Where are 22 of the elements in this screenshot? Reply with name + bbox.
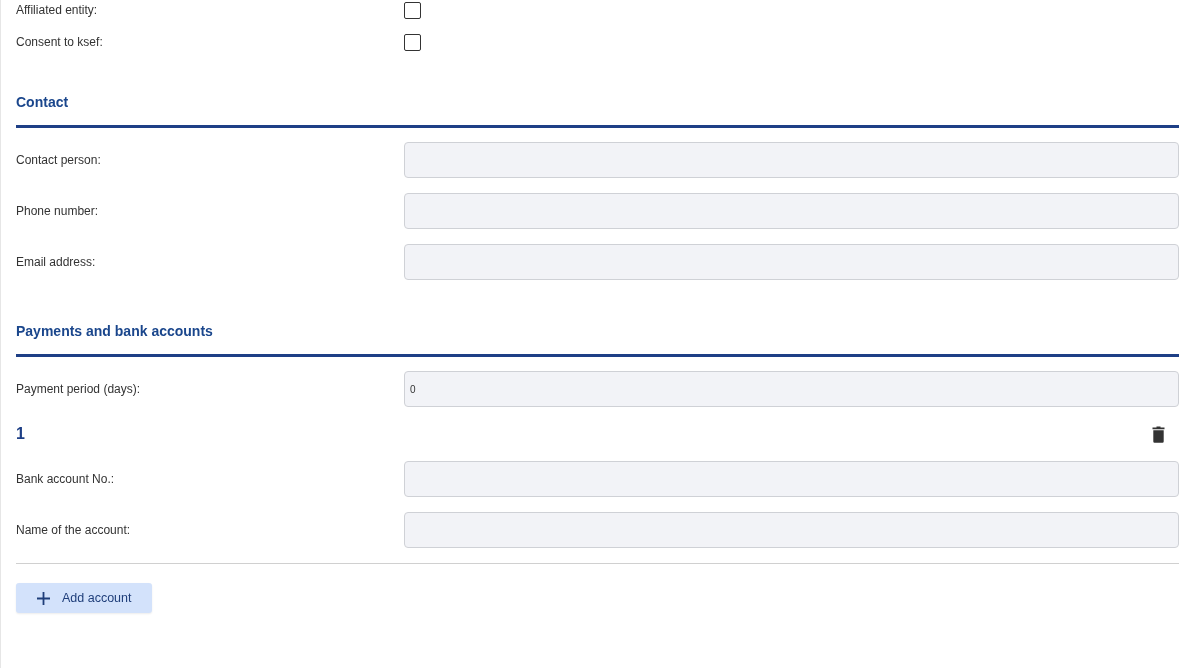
account-number: 1 (16, 424, 25, 444)
field-label: Phone number: (16, 204, 100, 218)
checkbox[interactable] (404, 33, 421, 51)
input-field[interactable] (404, 512, 1179, 548)
input-field[interactable] (404, 244, 1179, 280)
section-heading: Contact (16, 93, 70, 112)
input-field[interactable] (404, 193, 1179, 229)
field-label: Contact person: (16, 153, 102, 167)
input-field[interactable]: 0 (404, 371, 1179, 407)
add-account-button[interactable]: Add account (16, 583, 152, 613)
field-label: Affiliated entity: (16, 2, 99, 19)
field-label: Name of the account: (16, 523, 132, 537)
plus-icon (37, 591, 50, 605)
input-field[interactable] (404, 461, 1179, 497)
field-label: Email address: (16, 255, 97, 269)
input-field[interactable] (404, 142, 1179, 178)
field-label: Consent to ksef: (16, 34, 104, 51)
delete-icon[interactable] (1152, 425, 1165, 443)
section-heading: Payments and bank accounts (16, 322, 214, 341)
field-label: Bank account No.: (16, 472, 116, 486)
field-label: Payment period (days): (16, 382, 142, 396)
checkbox[interactable] (404, 1, 421, 19)
